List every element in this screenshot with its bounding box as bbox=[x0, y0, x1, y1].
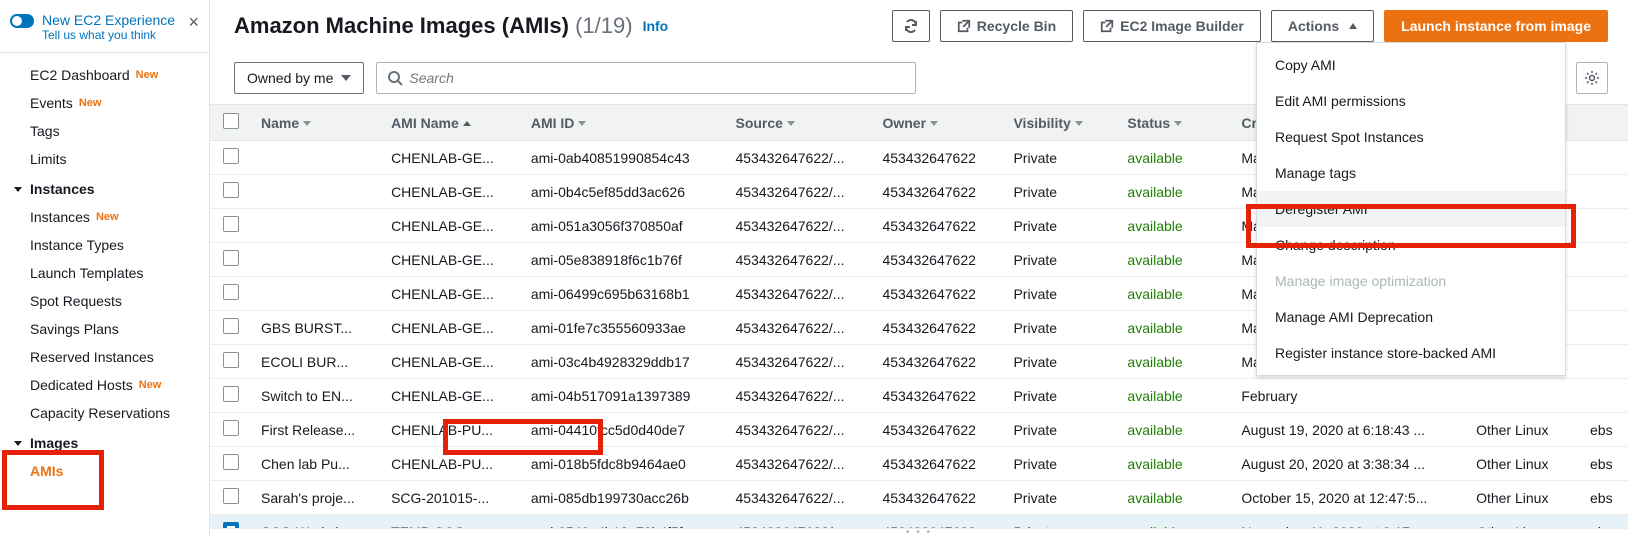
row-checkbox[interactable] bbox=[223, 522, 239, 528]
sidebar-item[interactable]: Spot Requests bbox=[0, 287, 209, 315]
row-checkbox[interactable] bbox=[223, 386, 239, 402]
menu-item[interactable]: Manage tags bbox=[1257, 155, 1565, 191]
sidebar-item[interactable]: Launch Templates bbox=[0, 259, 209, 287]
row-checkbox[interactable] bbox=[223, 250, 239, 266]
table-row[interactable]: Chen lab Pu... CHENLAB-PU... ami-018b5fd… bbox=[210, 447, 1628, 481]
search-input[interactable] bbox=[409, 70, 905, 86]
row-checkbox[interactable] bbox=[223, 148, 239, 164]
row-checkbox[interactable] bbox=[223, 352, 239, 368]
menu-item[interactable]: Request Spot Instances bbox=[1257, 119, 1565, 155]
panel-splitter[interactable]: • • • bbox=[210, 528, 1628, 536]
external-link-icon bbox=[1100, 19, 1114, 33]
table-row[interactable]: SCG-Worksh... TEMP-SCG-w... ami-0549a4b1… bbox=[210, 515, 1628, 529]
sidebar-item[interactable]: Reserved Instances bbox=[0, 343, 209, 371]
menu-item[interactable]: Edit AMI permissions bbox=[1257, 83, 1565, 119]
main-panel: Amazon Machine Images (AMIs) (1/19) Info… bbox=[210, 0, 1628, 536]
table-row[interactable]: Sarah's proje... SCG-201015-... ami-085d… bbox=[210, 481, 1628, 515]
new-experience-title[interactable]: New EC2 Experience bbox=[42, 12, 182, 28]
sidebar-item[interactable]: Tags bbox=[0, 117, 209, 145]
row-checkbox[interactable] bbox=[223, 284, 239, 300]
search-icon bbox=[387, 70, 403, 86]
new-experience-toggle[interactable] bbox=[10, 14, 34, 28]
row-checkbox[interactable] bbox=[223, 454, 239, 470]
settings-button[interactable] bbox=[1576, 62, 1608, 94]
menu-item[interactable]: Manage AMI Deprecation bbox=[1257, 299, 1565, 335]
sidebar-item[interactable]: Savings Plans bbox=[0, 315, 209, 343]
row-checkbox[interactable] bbox=[223, 318, 239, 334]
select-all-checkbox[interactable] bbox=[223, 113, 239, 129]
new-experience-banner: New EC2 Experience Tell us what you thin… bbox=[0, 8, 209, 53]
gear-icon bbox=[1584, 70, 1600, 86]
search-box[interactable] bbox=[376, 62, 916, 94]
row-checkbox[interactable] bbox=[223, 216, 239, 232]
actions-button[interactable]: Actions bbox=[1271, 10, 1374, 42]
row-checkbox[interactable] bbox=[223, 182, 239, 198]
caret-down-icon bbox=[14, 441, 22, 446]
sidebar-group-header[interactable]: Images bbox=[0, 427, 209, 457]
recycle-bin-button[interactable]: Recycle Bin bbox=[940, 10, 1073, 42]
info-link[interactable]: Info bbox=[643, 18, 669, 34]
new-experience-subtitle[interactable]: Tell us what you think bbox=[42, 28, 182, 42]
sidebar: New EC2 Experience Tell us what you thin… bbox=[0, 0, 210, 536]
sidebar-item[interactable]: EC2 DashboardNew bbox=[0, 61, 209, 89]
close-icon[interactable]: × bbox=[188, 12, 199, 33]
table-row[interactable]: Switch to EN... CHENLAB-GE... ami-04b517… bbox=[210, 379, 1628, 413]
page-title: Amazon Machine Images (AMIs) (1/19) bbox=[234, 13, 633, 39]
actions-menu: Copy AMIEdit AMI permissionsRequest Spot… bbox=[1256, 42, 1566, 376]
menu-item[interactable]: Deregister AMI bbox=[1257, 191, 1565, 227]
caret-up-icon bbox=[1349, 23, 1357, 29]
launch-instance-button[interactable]: Launch instance from image bbox=[1384, 10, 1608, 42]
ec2-image-builder-button[interactable]: EC2 Image Builder bbox=[1083, 10, 1261, 42]
menu-item[interactable]: Register instance store-backed AMI bbox=[1257, 335, 1565, 371]
sidebar-group-header[interactable]: Instances bbox=[0, 173, 209, 203]
sidebar-item[interactable]: Limits bbox=[0, 145, 209, 173]
caret-down-icon bbox=[14, 187, 22, 192]
sidebar-item[interactable]: AMIs bbox=[0, 457, 209, 485]
sidebar-item[interactable]: EventsNew bbox=[0, 89, 209, 117]
row-checkbox[interactable] bbox=[223, 488, 239, 504]
menu-item[interactable]: Copy AMI bbox=[1257, 47, 1565, 83]
menu-item: Manage image optimization bbox=[1257, 263, 1565, 299]
row-checkbox[interactable] bbox=[223, 420, 239, 436]
external-link-icon bbox=[957, 19, 971, 33]
refresh-icon bbox=[903, 18, 919, 34]
menu-item[interactable]: Change description bbox=[1257, 227, 1565, 263]
sidebar-item[interactable]: Dedicated HostsNew bbox=[0, 371, 209, 399]
sidebar-item[interactable]: Instance Types bbox=[0, 231, 209, 259]
sidebar-item[interactable]: Capacity Reservations bbox=[0, 399, 209, 427]
sidebar-item[interactable]: InstancesNew bbox=[0, 203, 209, 231]
caret-down-icon bbox=[341, 75, 351, 81]
table-row[interactable]: First Release... CHENLAB-PU... ami-04410… bbox=[210, 413, 1628, 447]
refresh-button[interactable] bbox=[892, 10, 930, 42]
ownership-filter[interactable]: Owned by me bbox=[234, 62, 364, 94]
